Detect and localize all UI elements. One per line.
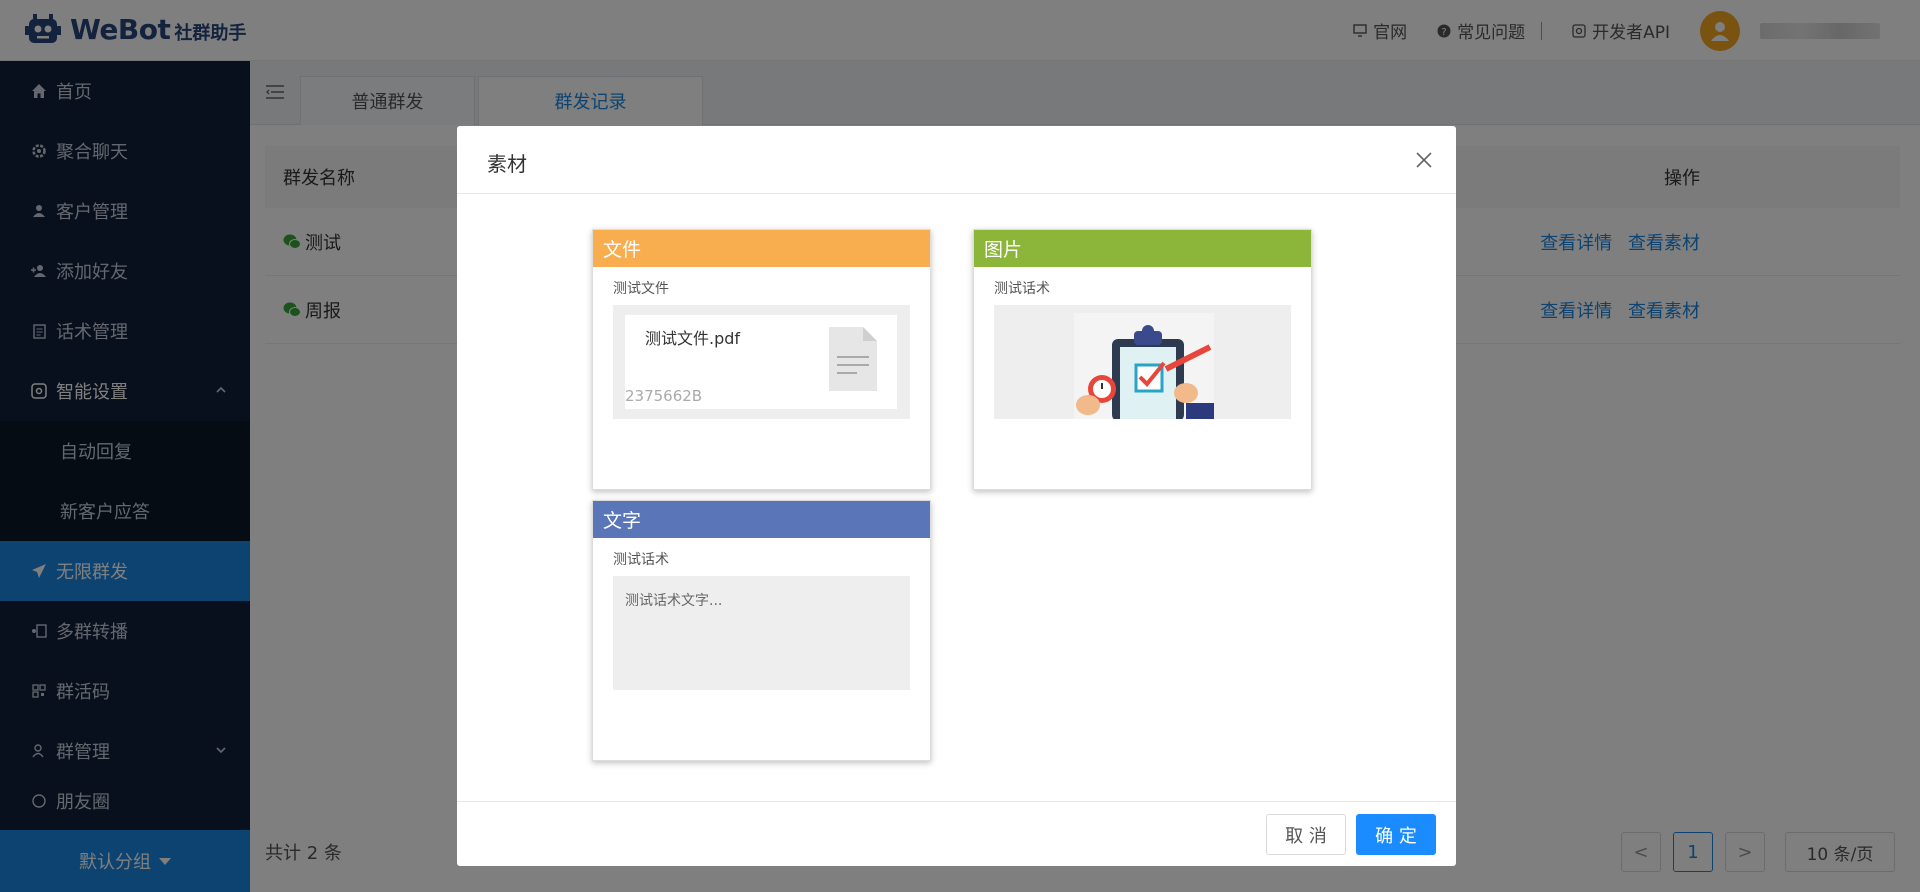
dialog-footer: 取 消 确 定 [457,801,1456,866]
text-material-card[interactable]: 文字 测试话术 测试话术文字... [592,500,931,761]
clipboard-checklist-illustration [1074,313,1214,419]
card-subtitle: 测试话术 [994,281,1050,297]
text-preview-box: 测试话术文字... [613,576,910,690]
card-subtitle: 测试话术 [613,552,669,568]
cancel-button[interactable]: 取 消 [1266,814,1346,855]
card-subtitle: 测试文件 [613,281,669,297]
image-preview [994,305,1291,419]
card-header: 文字 [593,501,930,538]
dialog-title: 素材 [487,152,527,176]
file-preview: 测试文件.pdf 2375662B [613,305,910,419]
file-size: 2375662B [625,387,703,405]
card-header: 图片 [974,230,1311,267]
card-header: 文件 [593,230,930,267]
image-material-card[interactable]: 图片 测试话术 [973,229,1312,490]
text-preview: 测试话术文字... [625,593,723,609]
dialog-header: 素材 [457,126,1456,194]
file-name: 测试文件.pdf [645,329,741,348]
material-dialog: 素材 文件 测试文件 测试文件.pdf 2375662B 图片 测试话术 文字 … [457,126,1456,866]
close-icon[interactable] [1414,150,1434,170]
confirm-button[interactable]: 确 定 [1356,814,1436,855]
file-material-card[interactable]: 文件 测试文件 测试文件.pdf 2375662B [592,229,931,490]
document-icon [829,327,877,391]
